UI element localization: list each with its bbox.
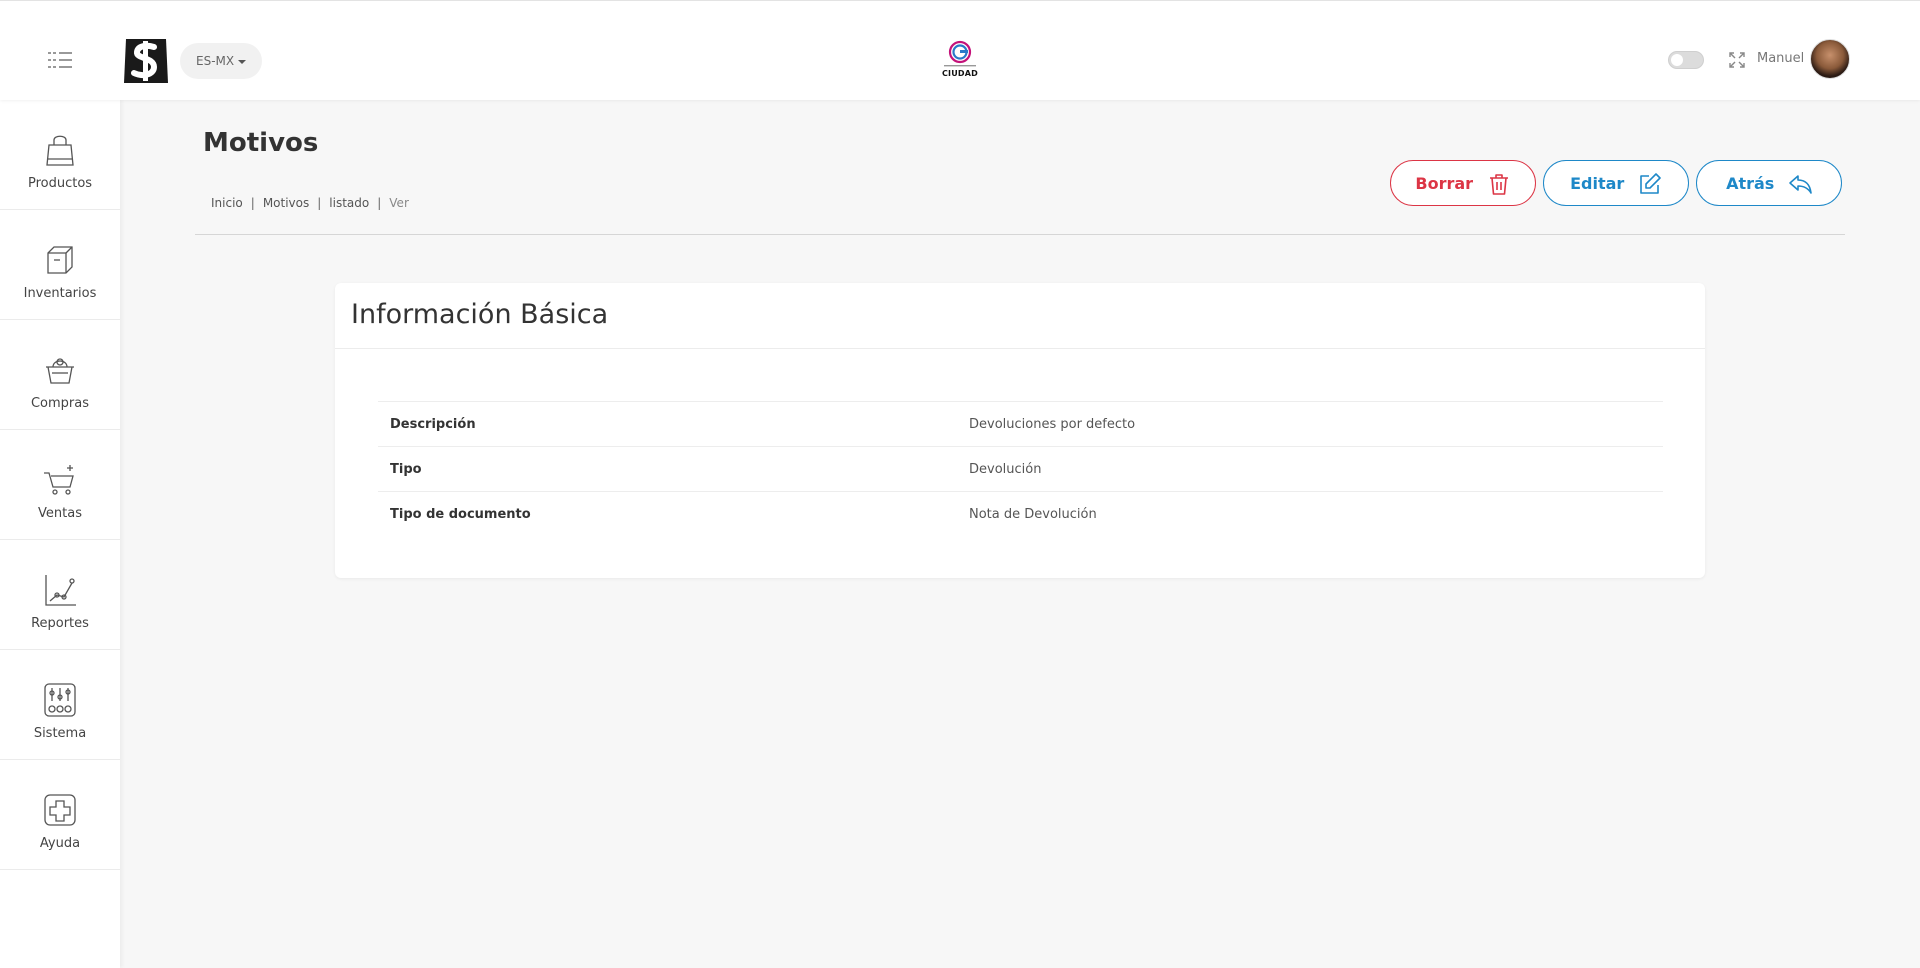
fullscreen-icon[interactable]	[1729, 52, 1745, 68]
sidebar-item-label: Compras	[30, 396, 90, 411]
breadcrumb-separator: |	[377, 196, 382, 210]
info-table: Descripción Devoluciones por defecto Tip…	[378, 401, 1663, 537]
cart-plus-icon	[44, 465, 74, 495]
delete-button[interactable]: Borrar	[1390, 160, 1536, 206]
row-value: Nota de Devolución	[969, 506, 1097, 522]
theme-toggle[interactable]	[1668, 51, 1704, 69]
box-icon	[47, 246, 73, 274]
language-selector[interactable]: ES-MX	[180, 43, 263, 79]
breadcrumb-separator: |	[250, 196, 255, 210]
row-value: Devolución	[969, 461, 1042, 477]
back-button-label: Atrás	[1726, 173, 1775, 193]
reply-arrow-icon	[1789, 174, 1812, 194]
chevron-down-icon	[238, 59, 247, 64]
breadcrumb-separator: |	[317, 196, 322, 210]
back-button[interactable]: Atrás	[1696, 160, 1842, 206]
breadcrumb-item-listado[interactable]: listado	[329, 196, 369, 210]
row-key: Descripción	[390, 416, 476, 432]
breadcrumb: Inicio | Motivos | listado | Ver	[211, 196, 409, 210]
sidebar-item-ayuda[interactable]: Ayuda	[0, 760, 120, 870]
sidebar-item-label: Productos	[27, 176, 93, 191]
row-key: Tipo de documento	[390, 506, 531, 522]
card-header: Información Básica	[335, 283, 1705, 349]
page-title: Motivos	[203, 128, 319, 158]
breadcrumb-item-inicio[interactable]: Inicio	[211, 196, 243, 210]
menu-toggle-icon[interactable]	[48, 51, 72, 69]
sidebar-item-label: Ventas	[38, 506, 82, 521]
client-logo-word: CIUDAD	[941, 69, 979, 78]
top-header: ES-MX CIUDAD Manuel	[0, 0, 1920, 100]
row-key: Tipo	[390, 461, 422, 477]
edit-button-label: Editar	[1570, 173, 1625, 193]
card-title: Información Básica	[351, 299, 609, 330]
table-row: Descripción Devoluciones por defecto	[378, 401, 1663, 447]
chart-icon	[45, 575, 76, 606]
sidebar-item-label: Sistema	[33, 726, 87, 741]
sidebar-item-reportes[interactable]: Reportes	[0, 540, 120, 650]
row-value: Devoluciones por defecto	[969, 416, 1136, 432]
sidebar-item-inventarios[interactable]: Inventarios	[0, 210, 120, 320]
brand-logo[interactable]	[122, 37, 170, 85]
sidebar-item-productos[interactable]: Productos	[0, 100, 120, 210]
header-divider	[195, 234, 1845, 235]
client-logo: CIUDAD	[936, 39, 984, 85]
edit-button[interactable]: Editar	[1543, 160, 1689, 206]
edit-icon	[1640, 172, 1661, 194]
breadcrumb-item-motivos[interactable]: Motivos	[263, 196, 309, 210]
shopping-bag-icon	[46, 135, 74, 166]
user-name[interactable]: Manuel	[1757, 51, 1804, 66]
sidebar-item-label: Reportes	[31, 616, 89, 631]
breadcrumb-item-ver: Ver	[389, 196, 409, 210]
delete-button-label: Borrar	[1415, 173, 1474, 193]
trash-icon	[1489, 173, 1508, 195]
basic-info-card: Información Básica Descripción Devolucio…	[335, 283, 1705, 578]
help-plus-icon	[44, 794, 76, 826]
table-row: Tipo Devolución	[378, 446, 1663, 492]
sidebar-item-label: Inventarios	[23, 286, 97, 301]
sidebar-item-compras[interactable]: Compras	[0, 320, 120, 430]
basket-icon	[46, 358, 74, 384]
sidebar-item-sistema[interactable]: Sistema	[0, 650, 120, 760]
client-g-icon	[944, 40, 976, 67]
toggle-knob	[1671, 54, 1683, 66]
sidebar-item-label: Ayuda	[39, 836, 81, 851]
sidebar: Productos Inventarios Compras Ventas Rep…	[0, 100, 120, 968]
sliders-icon	[44, 683, 76, 717]
language-label: ES-MX	[196, 54, 235, 68]
table-row: Tipo de documento Nota de Devolución	[378, 491, 1663, 537]
sidebar-item-ventas[interactable]: Ventas	[0, 430, 120, 540]
avatar[interactable]	[1810, 39, 1850, 79]
